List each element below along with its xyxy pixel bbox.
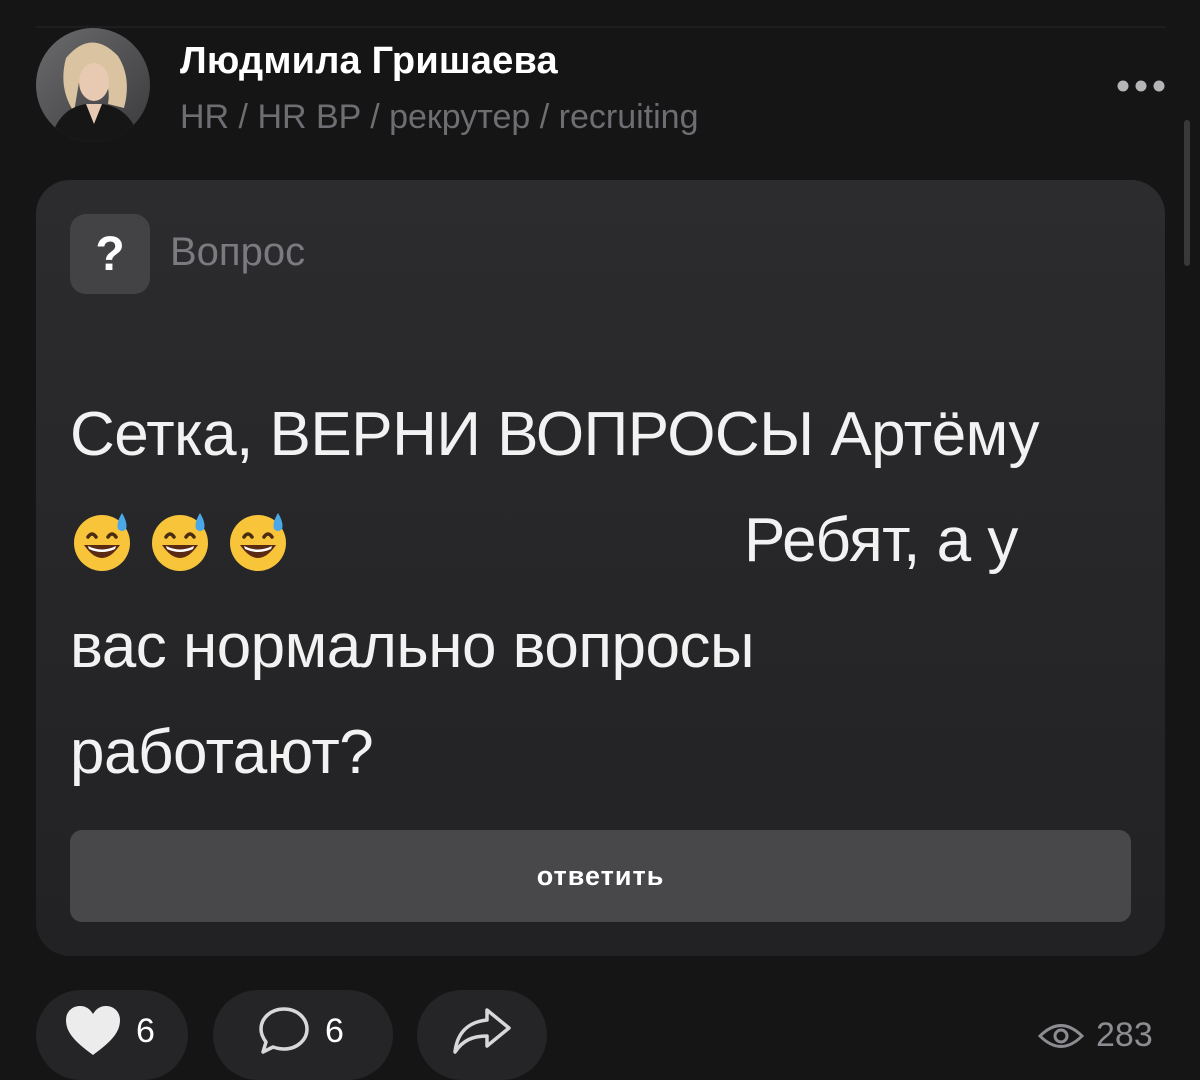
question-badge-symbol: ? bbox=[95, 227, 125, 281]
eye-icon bbox=[1038, 1023, 1084, 1048]
scrollbar[interactable] bbox=[1184, 120, 1190, 266]
author-avatar[interactable] bbox=[36, 28, 150, 142]
more-options-button[interactable] bbox=[1114, 70, 1168, 102]
views-count: 283 bbox=[1096, 1016, 1153, 1054]
share-arrow-icon bbox=[453, 1008, 511, 1054]
comment-button[interactable]: 6 bbox=[213, 990, 393, 1080]
author-subtitle: HR / HR BP / рекрутер / recruiting bbox=[180, 98, 699, 136]
like-count: 6 bbox=[136, 1011, 155, 1050]
question-line-4: работают? bbox=[70, 718, 374, 787]
more-horizontal-icon bbox=[1117, 80, 1165, 92]
share-button[interactable] bbox=[417, 990, 547, 1080]
question-line-2-tail: Ребят, а у bbox=[744, 506, 1018, 575]
author-name[interactable]: Людмила Гришаева bbox=[180, 40, 558, 83]
top-divider bbox=[36, 26, 1166, 28]
question-text: Сетка, ВЕРНИ ВОПРОСЫ Артёму Ребят, а у в… bbox=[70, 382, 1145, 806]
comment-count: 6 bbox=[325, 1011, 344, 1050]
comment-icon bbox=[259, 1007, 309, 1054]
answer-button[interactable]: ответить bbox=[70, 830, 1131, 922]
grinning-face-with-sweat-emoji bbox=[148, 509, 212, 573]
views-counter: 283 bbox=[1038, 1016, 1153, 1055]
question-line-2: Ребят, а у bbox=[70, 488, 1145, 594]
question-line-1: Сетка, ВЕРНИ ВОПРОСЫ Артёму bbox=[70, 400, 1040, 469]
heart-icon bbox=[66, 1006, 120, 1055]
question-type-label: Вопрос bbox=[170, 230, 306, 274]
question-mark-icon: ? bbox=[70, 214, 150, 294]
question-line-3: вас нормально вопросы bbox=[70, 612, 755, 681]
question-card: ? Вопрос Сетка, ВЕРНИ ВОПРОСЫ Артёму Реб… bbox=[36, 180, 1165, 956]
grinning-face-with-sweat-emoji bbox=[226, 509, 290, 573]
like-button[interactable]: 6 bbox=[36, 990, 188, 1080]
grinning-face-with-sweat-emoji bbox=[70, 509, 134, 573]
